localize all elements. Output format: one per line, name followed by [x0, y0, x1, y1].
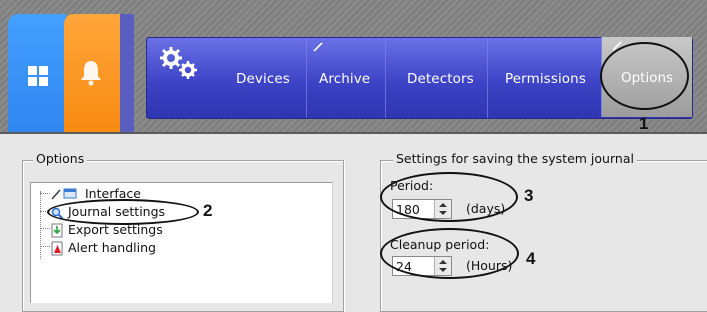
- side-strip: [120, 14, 134, 132]
- gears-icon[interactable]: [157, 44, 203, 84]
- tree-connector: [40, 228, 50, 229]
- journal-settings-title: Settings for saving the system journal: [393, 151, 637, 166]
- nav-divider: [385, 38, 386, 118]
- interface-icon: [51, 188, 77, 200]
- nav-divider: [306, 38, 307, 118]
- alarms-tile[interactable]: [64, 14, 120, 132]
- nav-divider: [487, 38, 488, 118]
- options-group-title: Options: [33, 151, 88, 166]
- nav-archive[interactable]: Archive: [319, 71, 370, 87]
- options-tree: Interface Journal settings Export settin…: [30, 182, 333, 303]
- windows-grid-icon: [28, 66, 48, 86]
- callout-number-3: 3: [524, 186, 534, 205]
- bell-icon: [81, 61, 101, 86]
- tree-item-label: Alert handling: [68, 240, 156, 255]
- nav-permissions[interactable]: Permissions: [505, 71, 586, 87]
- callout-ellipse-2: [47, 199, 199, 225]
- callout-ellipse-4: [380, 228, 519, 279]
- alert-icon: [51, 241, 63, 256]
- nav-devices[interactable]: Devices: [236, 71, 290, 87]
- pencil-icon: [313, 42, 323, 52]
- tree-connector: [40, 191, 41, 259]
- callout-number-1: 1: [639, 114, 649, 133]
- tree-connector: [40, 246, 50, 247]
- callout-ellipse-1: [600, 42, 689, 110]
- nav-detectors[interactable]: Detectors: [407, 71, 474, 87]
- callout-ellipse-3: [380, 172, 518, 222]
- home-tile[interactable]: [8, 14, 66, 132]
- export-icon: [51, 223, 63, 238]
- callout-number-4: 4: [526, 249, 536, 268]
- callout-number-2: 2: [203, 201, 213, 220]
- tree-connector: [40, 193, 50, 194]
